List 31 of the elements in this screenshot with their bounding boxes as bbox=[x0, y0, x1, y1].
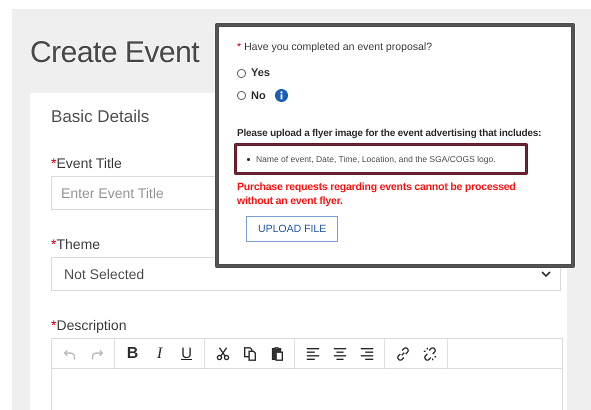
italic-button[interactable]: I bbox=[146, 342, 173, 366]
bullet-icon bbox=[247, 158, 250, 160]
unlink-icon bbox=[422, 346, 438, 362]
info-icon[interactable] bbox=[274, 89, 288, 102]
required-asterisk: * bbox=[51, 236, 56, 252]
page-title: Create Event bbox=[30, 35, 200, 71]
required-asterisk: * bbox=[237, 41, 242, 53]
upload-instructions: Please upload a flyer image for the event advertising that includes: bbox=[237, 128, 542, 139]
section-heading: Basic Details bbox=[51, 107, 150, 127]
required-asterisk: * bbox=[51, 155, 56, 171]
field-label: Description bbox=[56, 317, 126, 333]
bold-button[interactable]: B bbox=[119, 342, 146, 366]
align-center-icon bbox=[332, 346, 348, 362]
cut-icon bbox=[214, 346, 230, 362]
field-label: Event Title bbox=[56, 155, 122, 171]
question-text: Have you completed an event proposal? bbox=[244, 41, 432, 53]
option-label: No bbox=[251, 90, 266, 102]
required-asterisk: * bbox=[51, 317, 56, 333]
field-label: Theme bbox=[56, 236, 100, 252]
align-left-icon bbox=[304, 346, 320, 362]
underline-button[interactable]: U bbox=[173, 342, 200, 366]
radio-button[interactable] bbox=[237, 91, 246, 100]
link-icon bbox=[394, 346, 410, 362]
option-label: Yes bbox=[251, 67, 270, 79]
chevron-icon bbox=[540, 270, 552, 278]
warning-text: Purchase requests regarding events cannot be processed without an event flyer. bbox=[237, 180, 517, 208]
radio-button[interactable] bbox=[237, 68, 246, 78]
upload-file-button[interactable]: UPLOAD FILE bbox=[246, 216, 338, 242]
copy-icon bbox=[242, 346, 258, 362]
requirement-text: Name of event, Date, Time, Location, and the SGA/COGS logo. bbox=[256, 154, 496, 164]
align-right-icon bbox=[358, 346, 374, 362]
